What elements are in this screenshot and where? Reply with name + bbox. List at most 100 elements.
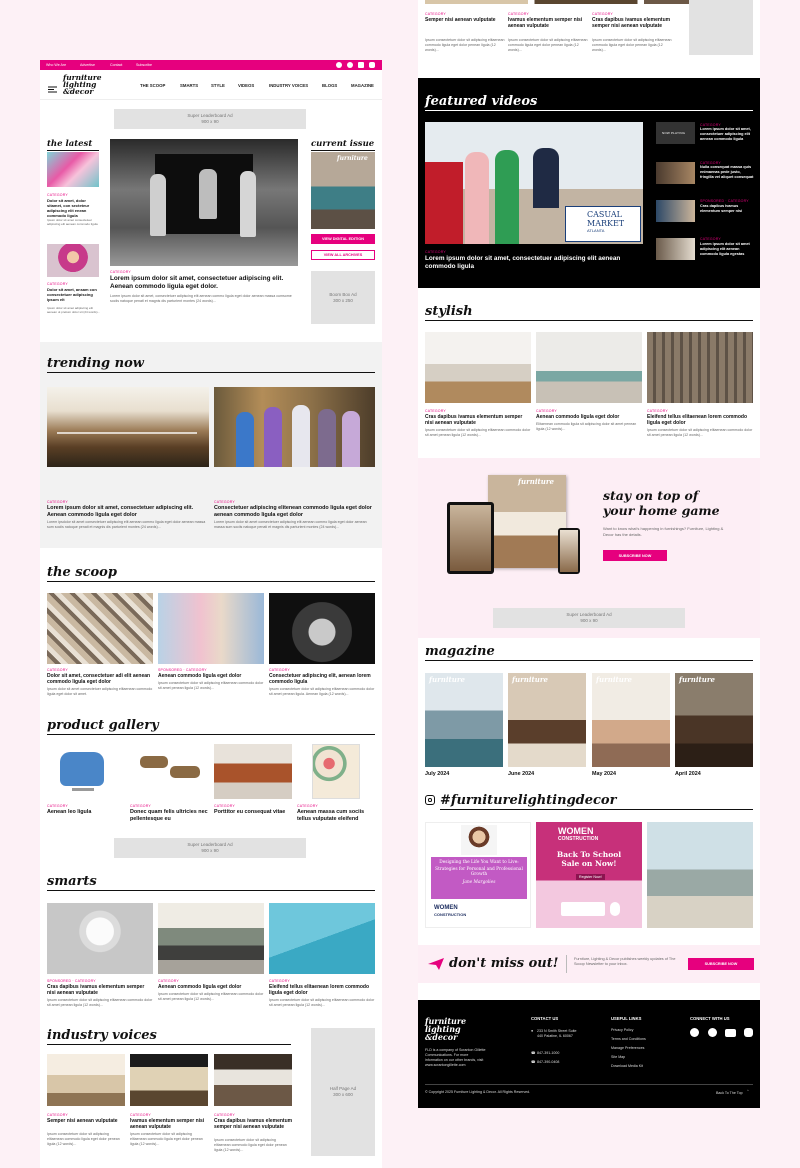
trending-1-category[interactable]: CATEGORY bbox=[47, 500, 68, 504]
latest-2-headline[interactable]: Dolor sit amet, ansam con consectetuer a… bbox=[47, 287, 101, 302]
super-leaderboard-ad-middle[interactable]: Super Leaderboard Ad 900 x 90 bbox=[114, 838, 306, 858]
stylish-image-3[interactable] bbox=[647, 332, 753, 403]
video-1-category[interactable]: NOW PLAYING bbox=[662, 131, 685, 135]
footer-facebook-icon[interactable] bbox=[690, 1028, 699, 1037]
video-thumb-2[interactable] bbox=[656, 162, 695, 184]
stylish-2-headline[interactable]: Aenean commodo ligula eget dolor bbox=[536, 414, 642, 420]
magazine-issue-june[interactable]: furniture bbox=[508, 673, 586, 767]
video-4-headline[interactable]: Lorem ipsum dolor sit amet adipiscing el… bbox=[700, 242, 755, 257]
footer-link-privacy[interactable]: Privacy Policy bbox=[611, 1028, 633, 1032]
trending-image-2[interactable] bbox=[214, 387, 375, 467]
super-leaderboard-ad-top[interactable]: Super Leaderboard Ad 900 x 90 bbox=[114, 109, 306, 129]
scoop-3-category[interactable]: CATEGORY bbox=[269, 668, 290, 672]
topbar-link-contact[interactable]: Contact bbox=[110, 63, 122, 67]
view-digital-edition-button[interactable]: VIEW DIGITAL EDITION bbox=[311, 234, 375, 244]
smarts-image-1[interactable] bbox=[47, 903, 153, 974]
trending-image-1[interactable] bbox=[47, 387, 209, 467]
stylish-2-category[interactable]: CATEGORY bbox=[536, 409, 557, 413]
magazine-issue-may[interactable]: furniture bbox=[592, 673, 670, 767]
voices-2-category[interactable]: CATEGORY bbox=[130, 1113, 151, 1117]
gallery-1-category[interactable]: CATEGORY bbox=[47, 804, 68, 808]
voices-3-category[interactable]: CATEGORY bbox=[214, 1113, 235, 1117]
issue-label-april[interactable]: April 2024 bbox=[675, 771, 701, 778]
footer-link-mediakit[interactable]: Download Media Kit bbox=[611, 1064, 643, 1068]
topbar-link-advertise[interactable]: Advertise bbox=[80, 63, 95, 67]
nav-scoop[interactable]: THE SCOOP bbox=[140, 83, 165, 88]
pinterest-icon[interactable] bbox=[347, 62, 353, 68]
scoop-1-category[interactable]: CATEGORY bbox=[47, 668, 68, 672]
nav-style[interactable]: STYLE bbox=[211, 83, 225, 88]
boom-box-ad[interactable]: Boom Box Ad 300 x 250 bbox=[311, 271, 375, 324]
topbar-link-who[interactable]: Who We Are bbox=[46, 63, 66, 67]
top-1-headline[interactable]: Semper nisi aenean vulputate bbox=[425, 17, 505, 23]
newsletter-subscribe-button[interactable]: SUBSCRIBE NOW bbox=[688, 958, 754, 970]
youtube-icon[interactable] bbox=[358, 62, 364, 68]
stylish-3-headline[interactable]: Eleifend tellus elitaenean lorem commodo… bbox=[647, 414, 753, 426]
scoop-3-headline[interactable]: Consectetuer adipiscing elit, aenean lor… bbox=[269, 673, 375, 685]
voices-image-1[interactable] bbox=[47, 1054, 125, 1106]
instagram-post-2[interactable]: WOMEN CONSTRUCTION Back To School Sale o… bbox=[536, 822, 642, 928]
instagram-post-1[interactable]: Designing the Life You Want to Live: Str… bbox=[425, 822, 531, 928]
instagram-icon-heading[interactable] bbox=[425, 795, 435, 805]
instagram-post-3[interactable] bbox=[647, 822, 753, 928]
promo-subscribe-button[interactable]: SUBSCRIBE NOW bbox=[603, 550, 667, 561]
footer-phone-1[interactable]: 847-391-1000 bbox=[537, 1051, 559, 1055]
trending-2-category[interactable]: CATEGORY bbox=[214, 500, 235, 504]
scoop-image-2[interactable] bbox=[158, 593, 264, 664]
smarts-1-headline[interactable]: Cras dapibus ivamus elementum semper nis… bbox=[47, 984, 153, 996]
smarts-1-category[interactable]: SPONSORED · CATEGORY bbox=[47, 979, 96, 983]
site-logo[interactable]: furniture lighting &decor bbox=[63, 74, 102, 96]
super-leaderboard-ad-right[interactable]: Super Leaderboard Ad 900 x 90 bbox=[493, 608, 685, 628]
video-3-headline[interactable]: Cras dapibus ivamus elementum semper nis… bbox=[700, 204, 755, 214]
gallery-3-category[interactable]: CATEGORY bbox=[214, 804, 235, 808]
stylish-image-1[interactable] bbox=[425, 332, 531, 403]
topbar-link-subscribe[interactable]: Subscribe bbox=[136, 63, 152, 67]
smarts-2-category[interactable]: CATEGORY bbox=[158, 979, 179, 983]
nav-blogs[interactable]: BLOGS bbox=[322, 83, 337, 88]
video-thumb-3[interactable] bbox=[656, 200, 695, 222]
gallery-4-headline[interactable]: Aenean massa cum sociis tellus vulputate… bbox=[297, 809, 377, 822]
gallery-2-headline[interactable]: Donec quam felis ultricies nec pellentes… bbox=[130, 809, 210, 822]
smarts-3-headline[interactable]: Eleifend tellus elitaenean lorem commodo… bbox=[269, 984, 375, 996]
feature-category[interactable]: CATEGORY bbox=[110, 270, 131, 274]
scoop-2-headline[interactable]: Aenean commodo ligula eget dolor bbox=[158, 673, 264, 679]
half-page-ad-bottom[interactable] bbox=[689, 0, 753, 55]
top-2-category[interactable]: CATEGORY bbox=[508, 12, 529, 16]
footer-logo[interactable]: furniture lighting &decor bbox=[425, 1017, 466, 1041]
smarts-image-2[interactable] bbox=[158, 903, 264, 974]
trending-1-headline[interactable]: Lorem ipsum dolor sit amet, consectetuer… bbox=[47, 505, 209, 518]
footer-link-sitemap[interactable]: Site Map bbox=[611, 1055, 625, 1059]
latest-1-category[interactable]: CATEGORY bbox=[47, 193, 68, 197]
top-3-headline[interactable]: Cras dapibus ivamus elementum semper nis… bbox=[592, 17, 672, 29]
voices-1-category[interactable]: CATEGORY bbox=[47, 1113, 68, 1117]
chevron-up-icon[interactable]: ^ bbox=[747, 1089, 749, 1093]
gallery-chair-image[interactable] bbox=[50, 744, 118, 799]
smarts-2-headline[interactable]: Aenean commodo ligula eget dolor bbox=[158, 984, 264, 990]
scoop-image-1[interactable] bbox=[47, 593, 153, 664]
latest-image-1[interactable] bbox=[47, 152, 99, 187]
smarts-3-category[interactable]: CATEGORY bbox=[269, 979, 290, 983]
magazine-issue-april[interactable]: furniture bbox=[675, 673, 753, 767]
gallery-2-category[interactable]: CATEGORY bbox=[130, 804, 151, 808]
voices-2-headline[interactable]: Ivamus elementum semper nisi aenean vulp… bbox=[130, 1118, 210, 1130]
stylish-3-category[interactable]: CATEGORY bbox=[647, 409, 668, 413]
footer-link-preferences[interactable]: Manage Preferences bbox=[611, 1046, 644, 1050]
issue-label-july[interactable]: July 2024 bbox=[425, 771, 449, 778]
featured-video-player[interactable]: CASUAL MARKET ATLANTA bbox=[425, 122, 643, 244]
stylish-1-category[interactable]: CATEGORY bbox=[425, 409, 446, 413]
voices-3-headline[interactable]: Cras dapibus ivamus elementum semper nis… bbox=[214, 1118, 294, 1130]
view-all-archives-button[interactable]: VIEW ALL ARCHIVES bbox=[311, 250, 375, 260]
issue-label-may[interactable]: May 2024 bbox=[592, 771, 616, 778]
facebook-icon[interactable] bbox=[336, 62, 342, 68]
top-1-category[interactable]: CATEGORY bbox=[425, 12, 446, 16]
scoop-image-3[interactable] bbox=[269, 593, 375, 664]
gallery-1-headline[interactable]: Aenean leo ligula bbox=[47, 809, 125, 816]
scoop-1-headline[interactable]: Dolor sit amet, consectetuer adi elit ae… bbox=[47, 673, 153, 685]
smarts-image-3[interactable] bbox=[269, 903, 375, 974]
video-2-headline[interactable]: Nulla consequat massa quis enimaenas ped… bbox=[700, 165, 755, 180]
top-2-headline[interactable]: Ivamus elementum semper nisi aenean vulp… bbox=[508, 17, 588, 29]
menu-icon[interactable] bbox=[48, 80, 57, 93]
footer-phone-2[interactable]: 847-390-0408 bbox=[537, 1060, 559, 1064]
video-thumb-4[interactable] bbox=[656, 238, 695, 260]
gallery-3-headline[interactable]: Porttitor eu consequat vitae bbox=[214, 809, 294, 816]
